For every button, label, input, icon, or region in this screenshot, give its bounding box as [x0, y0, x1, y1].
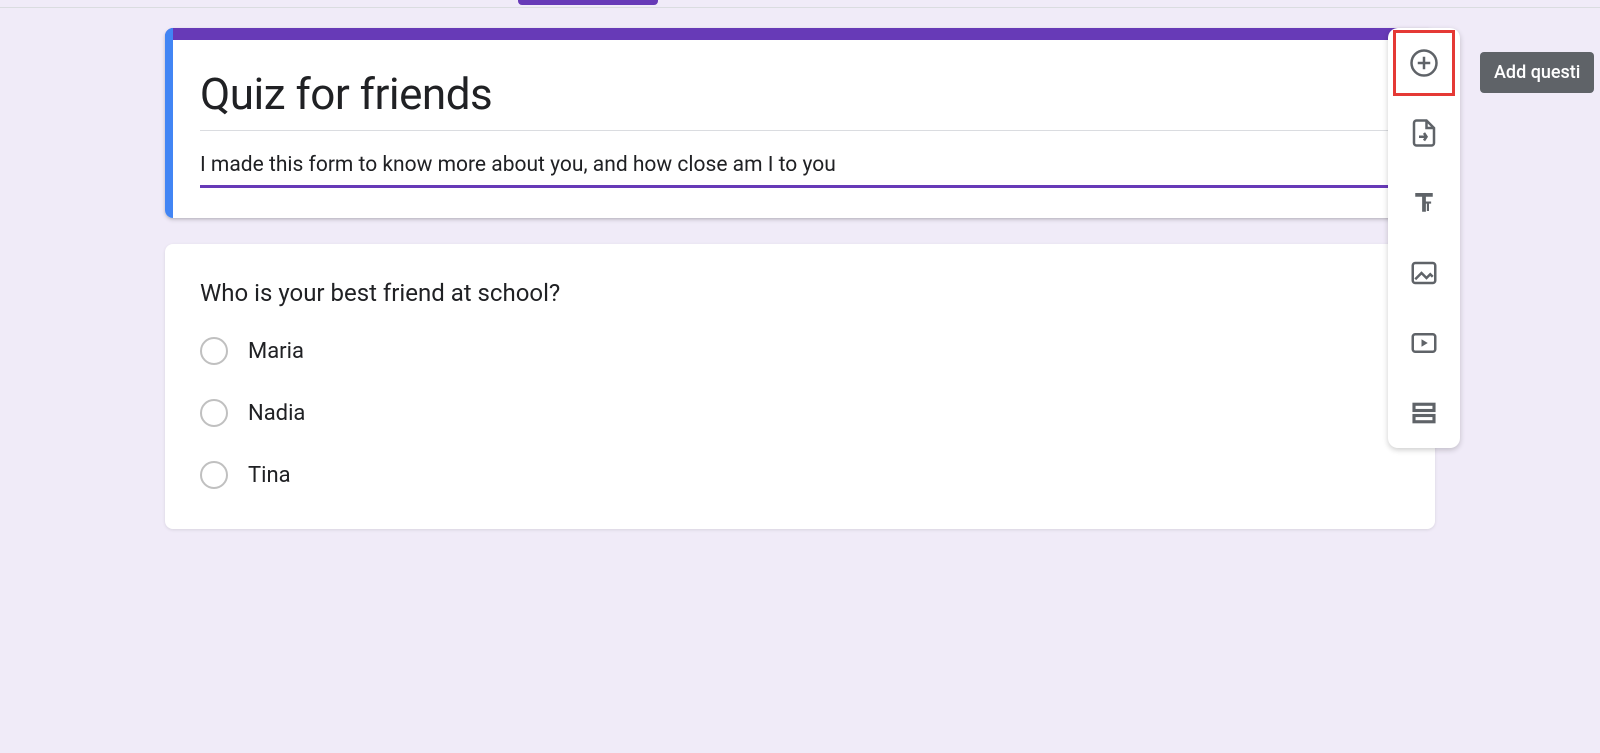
- theme-top-border: [165, 28, 1435, 40]
- form-header-card[interactable]: Quiz for friends I made this form to kno…: [165, 28, 1435, 218]
- form-title[interactable]: Quiz for friends: [200, 68, 1400, 131]
- add-question-tooltip: Add questi: [1480, 52, 1594, 93]
- page-container: Quiz for friends I made this form to kno…: [0, 0, 1600, 529]
- question-card[interactable]: Who is your best friend at school? Maria…: [165, 244, 1435, 529]
- option-row[interactable]: Nadia: [200, 399, 1400, 427]
- add-question-button[interactable]: [1400, 39, 1448, 87]
- radio-icon: [200, 461, 228, 489]
- form-description[interactable]: I made this form to know more about you,…: [200, 131, 1400, 188]
- option-row[interactable]: Tina: [200, 461, 1400, 489]
- video-icon: [1409, 328, 1439, 358]
- radio-icon: [200, 337, 228, 365]
- radio-icon: [200, 399, 228, 427]
- add-video-button[interactable]: [1400, 319, 1448, 367]
- section-icon: [1409, 398, 1439, 428]
- plus-circle-icon: [1409, 48, 1439, 78]
- add-image-button[interactable]: [1400, 249, 1448, 297]
- add-title-description-button[interactable]: [1400, 179, 1448, 227]
- active-card-indicator: [165, 28, 173, 218]
- option-label: Maria: [248, 339, 304, 364]
- side-toolbar: [1388, 28, 1460, 448]
- import-questions-button[interactable]: [1400, 109, 1448, 157]
- option-label: Tina: [248, 463, 291, 488]
- image-icon: [1409, 258, 1439, 288]
- question-title: Who is your best friend at school?: [200, 279, 1400, 307]
- header-content: Quiz for friends I made this form to kno…: [165, 40, 1435, 218]
- option-label: Nadia: [248, 401, 305, 426]
- import-file-icon: [1409, 118, 1439, 148]
- add-section-button[interactable]: [1400, 389, 1448, 437]
- option-row[interactable]: Maria: [200, 337, 1400, 365]
- text-icon: [1409, 188, 1439, 218]
